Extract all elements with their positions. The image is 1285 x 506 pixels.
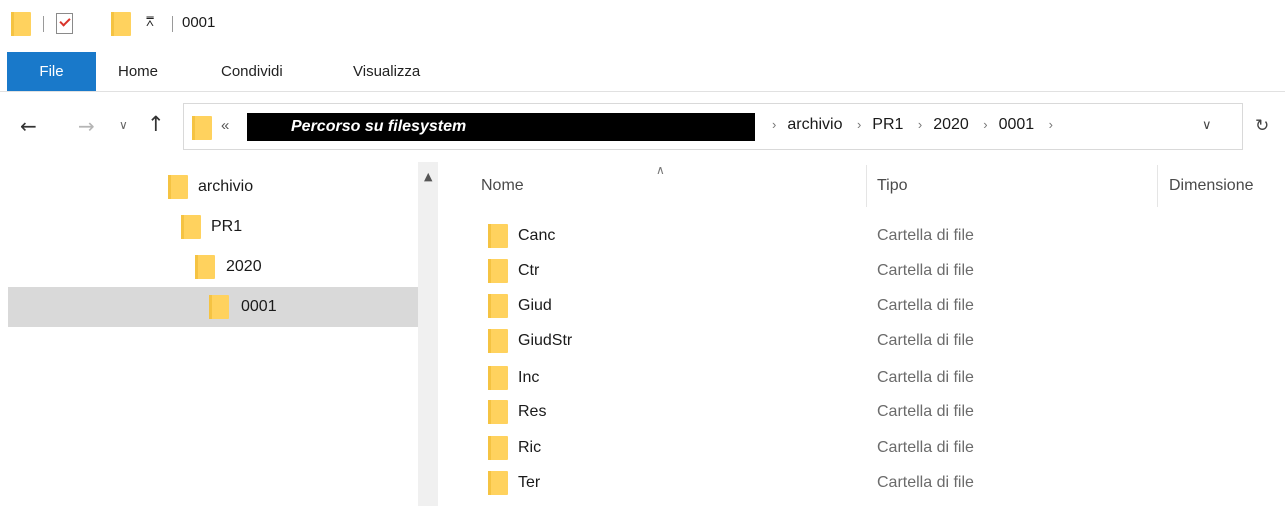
file-type: Cartella di file <box>877 439 974 456</box>
file-row[interactable]: Canc Cartella di file <box>478 218 1278 253</box>
file-name: Ctr <box>518 262 540 279</box>
tree-item-label: 0001 <box>241 298 277 315</box>
tab-home[interactable]: Home <box>118 52 158 91</box>
refresh-icon[interactable]: ↻ <box>1255 116 1269 136</box>
file-name: Ric <box>518 439 542 456</box>
chevron-right-icon[interactable]: › <box>983 117 987 132</box>
file-row[interactable]: Ter Cartella di file <box>478 465 1278 500</box>
folder-icon <box>488 224 508 248</box>
column-header-name[interactable]: Nome <box>481 177 524 195</box>
file-type: Cartella di file <box>877 332 974 349</box>
breadcrumb-2020[interactable]: 2020 <box>933 116 969 133</box>
ribbon: File Home Condividi Visualizza <box>0 52 1285 92</box>
customize-toolbar-icon[interactable]: ⩞ <box>146 15 154 30</box>
address-bar[interactable]: « Percorso su filesystem › archivio › PR1 … <box>183 103 1243 150</box>
file-row[interactable]: Ric Cartella di file <box>478 430 1278 465</box>
tree-item-label: PR1 <box>211 218 243 235</box>
breadcrumb: › archivio › PR1 › 2020 › 0001 › <box>762 116 1064 134</box>
new-folder-icon[interactable] <box>111 12 131 36</box>
folder-icon <box>209 295 229 319</box>
folder-icon <box>488 436 508 460</box>
tab-share[interactable]: Condividi <box>221 52 283 91</box>
folder-icon <box>488 400 508 424</box>
column-header-size[interactable]: Dimensione <box>1169 177 1253 195</box>
file-type: Cartella di file <box>877 403 974 420</box>
navigation-pane: archivio PR1 2020 0001 <box>0 162 418 506</box>
folder-icon <box>11 12 31 36</box>
folder-icon <box>488 294 508 318</box>
file-type: Cartella di file <box>877 474 974 491</box>
column-divider[interactable] <box>1157 165 1158 207</box>
folder-icon <box>488 366 508 390</box>
toolbar-divider <box>172 16 173 32</box>
redacted-path: Percorso su filesystem <box>247 113 755 141</box>
chevron-down-icon[interactable]: ∨ <box>119 118 128 132</box>
file-type: Cartella di file <box>877 227 974 244</box>
file-name: Res <box>518 403 547 420</box>
address-history-dropdown-icon[interactable]: ∨ <box>1202 118 1212 133</box>
file-name: GiudStr <box>518 332 573 349</box>
arrow-left-icon[interactable]: ← <box>20 114 37 138</box>
file-type: Cartella di file <box>877 262 974 279</box>
file-row[interactable]: Ctr Cartella di file <box>478 253 1278 288</box>
toolbar-divider <box>43 16 44 32</box>
chevron-right-icon[interactable]: › <box>772 117 776 132</box>
sort-ascending-icon: ∧ <box>656 163 665 177</box>
folder-icon <box>488 471 508 495</box>
file-name: Giud <box>518 297 552 314</box>
tree-item-label: 2020 <box>226 258 262 275</box>
file-row[interactable]: Res Cartella di file <box>478 394 1278 429</box>
folder-icon <box>168 175 188 199</box>
breadcrumb-0001[interactable]: 0001 <box>999 116 1035 133</box>
folder-icon <box>195 255 215 279</box>
file-type: Cartella di file <box>877 369 974 386</box>
folder-icon <box>488 329 508 353</box>
breadcrumb-archivio[interactable]: archivio <box>787 116 842 133</box>
tree-item-0001[interactable]: 0001 <box>8 287 418 327</box>
arrow-right-icon[interactable]: → <box>78 114 95 138</box>
file-name: Inc <box>518 369 540 386</box>
file-name: Canc <box>518 227 556 244</box>
breadcrumb-overflow[interactable]: « <box>221 117 229 134</box>
title-bar: ⩞ 0001 <box>0 0 1285 52</box>
chevron-right-icon[interactable]: › <box>1049 117 1053 132</box>
tree-item-label: archivio <box>198 178 254 195</box>
file-name: Ter <box>518 474 541 491</box>
chevron-right-icon[interactable]: › <box>918 117 922 132</box>
navigation-scrollbar[interactable] <box>418 162 438 506</box>
properties-icon[interactable] <box>56 13 73 34</box>
column-divider[interactable] <box>866 165 867 207</box>
folder-icon <box>181 215 201 239</box>
column-header-type[interactable]: Tipo <box>877 177 908 195</box>
breadcrumb-pr1[interactable]: PR1 <box>872 116 903 133</box>
tab-file[interactable]: File <box>7 52 96 91</box>
file-type: Cartella di file <box>877 297 974 314</box>
scroll-up-icon[interactable]: ▲ <box>424 170 432 183</box>
folder-icon <box>192 116 212 140</box>
arrow-up-icon[interactable]: ↑ <box>147 112 165 136</box>
chevron-right-icon[interactable]: › <box>857 117 861 132</box>
file-row[interactable]: Giud Cartella di file <box>478 288 1278 323</box>
tab-view[interactable]: Visualizza <box>353 52 420 91</box>
tree-item-2020[interactable]: 2020 <box>8 247 418 287</box>
folder-icon <box>488 259 508 283</box>
tree-item-pr1[interactable]: PR1 <box>8 207 418 247</box>
file-row[interactable]: GiudStr Cartella di file <box>478 323 1278 358</box>
file-row[interactable]: Inc Cartella di file <box>478 360 1278 395</box>
tree-item-archivio[interactable]: archivio <box>8 167 418 207</box>
navigation-bar: ← → ∨ ↑ « Percorso su filesystem › archiv… <box>0 92 1285 162</box>
window-title: 0001 <box>182 14 216 31</box>
